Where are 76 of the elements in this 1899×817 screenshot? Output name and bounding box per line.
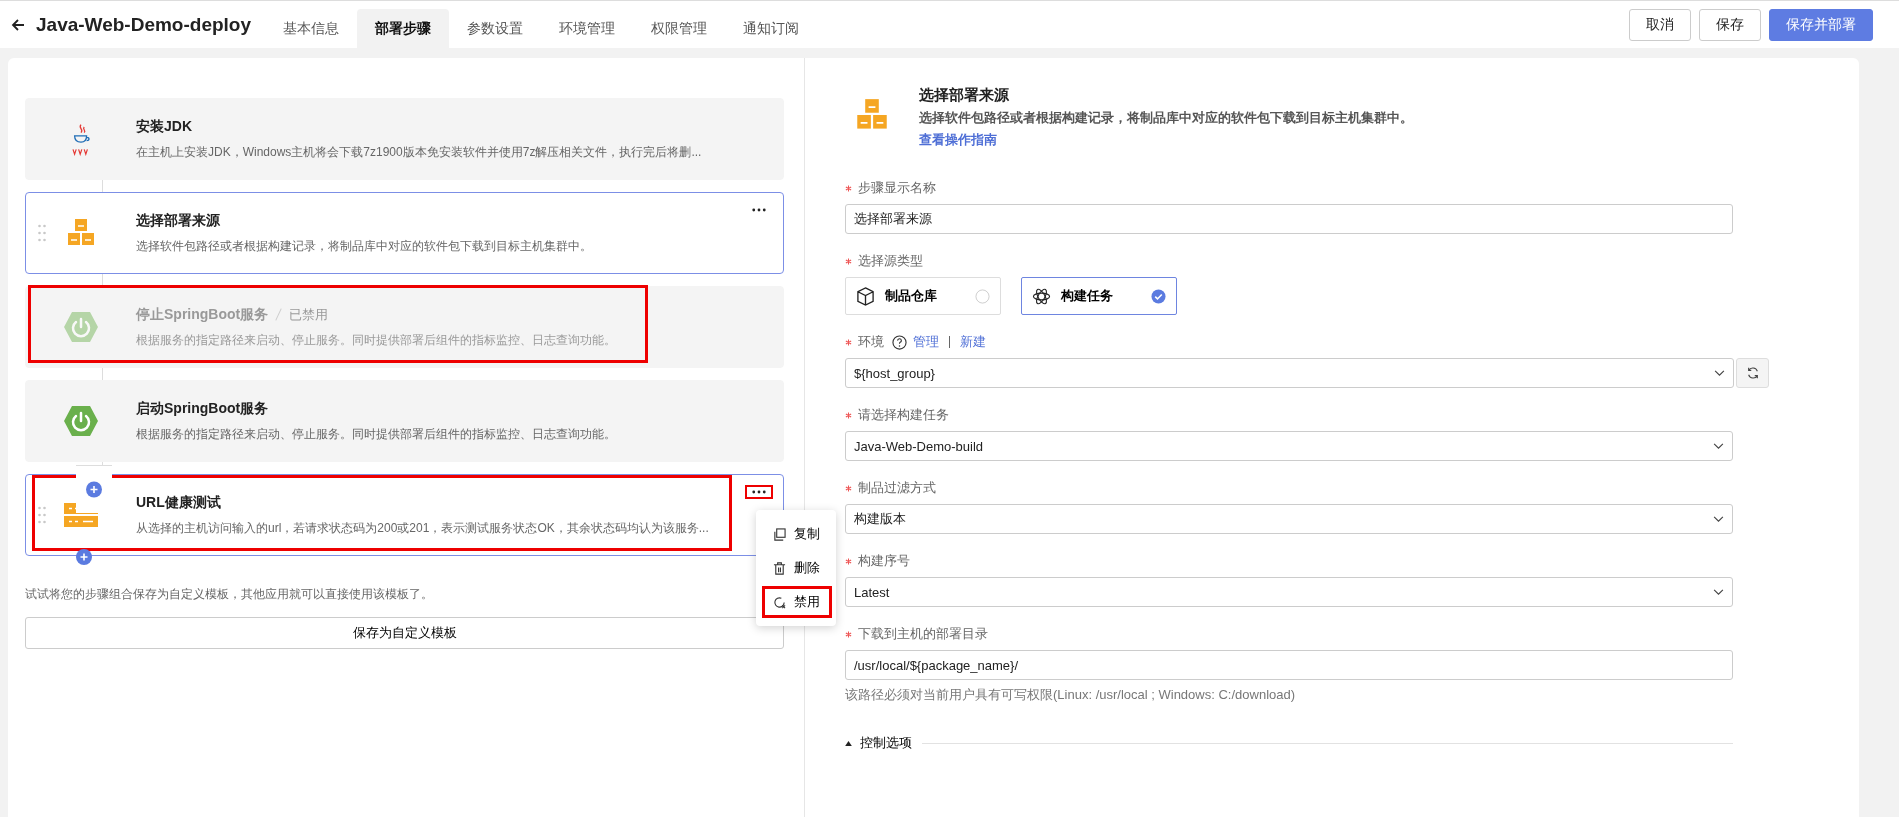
select-field[interactable]: Latest <box>845 577 1733 607</box>
field-label: 环境 <box>858 333 884 351</box>
source-option[interactable]: 构建任务 <box>1021 277 1177 315</box>
step-card[interactable]: 选择部署来源 选择软件包路径或者根据构建记录，将制品库中对应的软件包下载到目标主机集群中。 <box>25 192 784 274</box>
step-card[interactable]: 启动SpringBoot服务 根据服务的指定路径来启动、停止服务。同时提供部署后组件的指标监控、日志查询功能。 <box>25 380 784 462</box>
save-template-button[interactable]: 保存为自定义模板 <box>25 617 784 649</box>
field-link[interactable]: 新建 <box>960 333 986 351</box>
step-status: 已禁用 <box>289 305 329 324</box>
add-step-icon[interactable] <box>76 549 92 565</box>
boxes-icon <box>855 98 889 132</box>
step-description: 根据服务的指定路径来启动、停止服务。同时提供部署后组件的指标监控、日志查询功能。 <box>136 331 617 349</box>
page-title: Java-Web-Demo-deploy <box>36 13 252 36</box>
step-title: URL健康测试 <box>136 493 221 512</box>
select-field[interactable]: ${host_group} <box>845 358 1734 388</box>
tab[interactable]: 基本信息 <box>265 9 358 48</box>
step-title: 启动SpringBoot服务 <box>136 399 269 418</box>
chevron-down-icon <box>1713 588 1724 596</box>
template-hint: 试试将您的步骤组合保存为自定义模板，其他应用就可以直接使用该模板了。 <box>25 586 434 603</box>
atom-icon <box>1032 286 1051 306</box>
step-description: 在主机上安装JDK，Windows主机将会下载7z1900版本免安装软件并使用7z解压相关文件，执行完后将删... <box>136 143 703 161</box>
action-button[interactable]: 保存 <box>1699 8 1761 41</box>
ellipsis-icon <box>752 208 766 212</box>
detail-description: 选择软件包路径或者根据构建记录，将制品库中对应的软件包下载到目标主机集群中。 <box>919 109 1413 127</box>
radio-circle-icon <box>975 288 990 304</box>
refresh-button[interactable] <box>1736 358 1769 388</box>
tab[interactable]: 通知订阅 <box>725 9 818 48</box>
detail-title: 选择部署来源 <box>919 86 1010 105</box>
back-arrow-icon[interactable] <box>10 16 26 33</box>
field-label: 选择源类型 <box>858 252 923 270</box>
step-card[interactable]: URL健康测试 从选择的主机访问输入的url，若请求状态码为200或201，表示测试服务状态OK，其余状态码均认为该服务... <box>25 474 784 556</box>
field-label: 制品过滤方式 <box>858 479 936 497</box>
ellipsis-icon <box>752 490 766 494</box>
step-title: 安装JDK <box>136 117 192 136</box>
more-button[interactable] <box>745 485 773 499</box>
step-description: 根据服务的指定路径来启动、停止服务。同时提供部署后组件的指标监控、日志查询功能。 <box>136 425 617 443</box>
tab[interactable]: 部署步骤 <box>357 9 450 48</box>
input-field[interactable]: /usr/local/${package_name}/ <box>845 650 1733 680</box>
chevron-down-icon <box>1713 442 1724 450</box>
disable-icon <box>773 595 786 609</box>
step-description: 选择软件包路径或者根据构建记录，将制品库中对应的软件包下载到目标主机集群中。 <box>136 237 593 255</box>
field-label: 构建序号 <box>858 552 910 570</box>
section-toggle[interactable]: 控制选项 <box>845 734 912 752</box>
trash-icon <box>773 561 786 575</box>
select-field[interactable]: 构建版本 <box>845 504 1733 534</box>
select-field[interactable]: Java-Web-Demo-build <box>845 431 1733 461</box>
caret-icon <box>845 740 852 746</box>
drag-handle-icon[interactable] <box>38 505 46 525</box>
step-title: 停止SpringBoot服务 <box>136 305 269 324</box>
field-hint: 该路径必须对当前用户具有可写权限(Linux: /usr/local ; Windows: C:/download) <box>845 686 1297 704</box>
field-label: 步骤显示名称 <box>858 179 936 197</box>
action-button[interactable]: 取消 <box>1629 8 1691 41</box>
copy-icon <box>773 527 786 541</box>
chevron-down-icon <box>1714 369 1725 377</box>
guide-link[interactable]: 查看操作指南 <box>919 131 1413 149</box>
help-icon[interactable] <box>892 334 907 350</box>
field-label: 下载到主机的部署目录 <box>858 625 988 643</box>
step-description: 从选择的主机访问输入的url，若请求状态码为200或201，表示测试服务状态OK，其余状态码均认为该服务... <box>136 519 710 537</box>
tab[interactable]: 参数设置 <box>449 9 542 48</box>
step-card[interactable]: 安装JDK 在主机上安装JDK，Windows主机将会下载7z1900版本免安装软件并使用7z解压相关文件，执行完后将删... <box>25 98 784 180</box>
tab[interactable]: 权限管理 <box>633 9 726 48</box>
input-field[interactable]: 选择部署来源 <box>845 204 1733 234</box>
menu-item[interactable]: 禁用 <box>762 586 832 618</box>
boxes-icon <box>66 218 96 248</box>
power-hexagon-icon <box>63 405 99 437</box>
check-circle-icon <box>1151 288 1166 304</box>
field-link[interactable]: 管理 <box>913 333 939 351</box>
action-button[interactable]: 保存并部署 <box>1769 8 1873 41</box>
step-title: 选择部署来源 <box>136 211 220 230</box>
tab[interactable]: 环境管理 <box>541 9 634 48</box>
drag-handle-icon[interactable] <box>38 223 46 243</box>
refresh-icon <box>1745 366 1760 380</box>
field-label: 请选择构建任务 <box>858 406 949 424</box>
source-option[interactable]: 制品仓库 <box>845 277 1001 315</box>
power-hexagon-icon <box>63 311 99 343</box>
chevron-down-icon <box>1713 515 1724 523</box>
cube-icon <box>856 286 875 306</box>
